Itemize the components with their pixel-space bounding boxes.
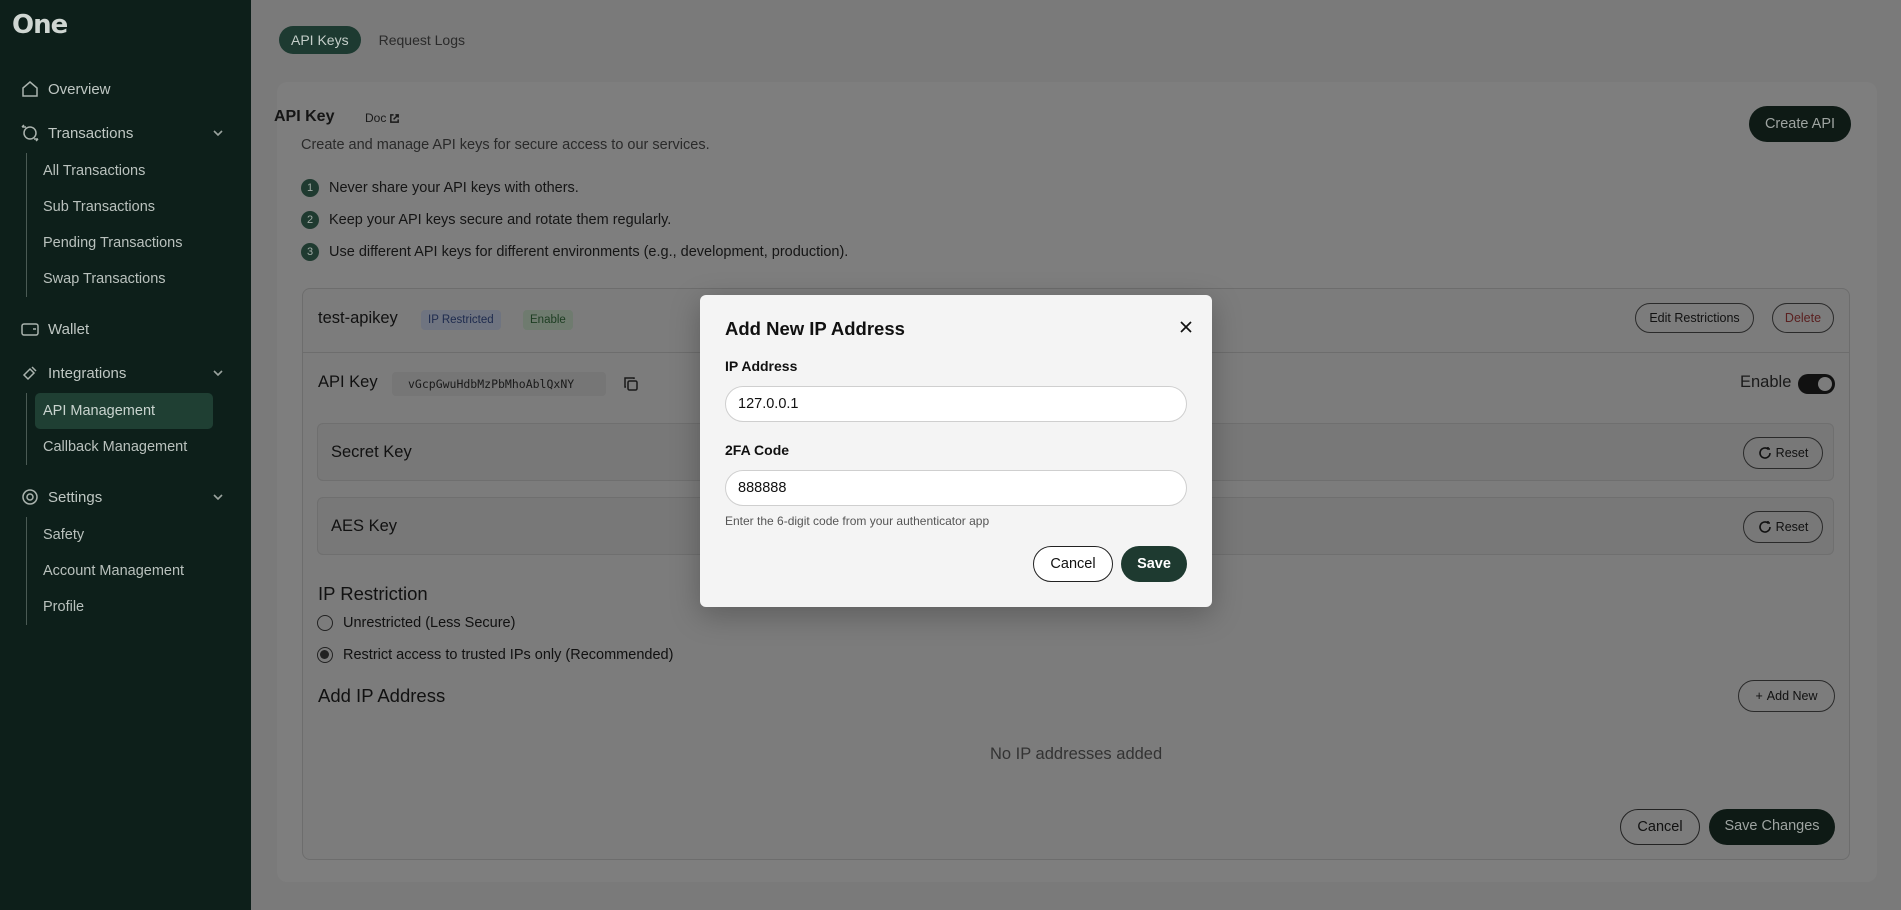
nav-transactions-label: Transactions (48, 124, 134, 142)
delete-button[interactable]: Delete (1772, 303, 1834, 333)
create-api-button[interactable]: Create API (1749, 106, 1851, 142)
nav-settings-label: Settings (48, 488, 103, 506)
dialog-save-button[interactable]: Save (1121, 546, 1187, 582)
nav-integrations-label: Integrations (48, 364, 127, 382)
chevron-down-icon[interactable] (211, 366, 225, 380)
sidebar-item-pending-transactions[interactable]: Pending Transactions (35, 225, 213, 261)
radio-restricted[interactable]: Restrict access to trusted IPs only (Rec… (317, 647, 673, 663)
sidebar-item-account-management[interactable]: Account Management (35, 553, 213, 589)
sidebar: One Overview Transactions All Transactio… (0, 0, 251, 910)
doc-link[interactable]: Doc (365, 111, 400, 125)
ip-restriction-title: IP Restriction (318, 583, 428, 604)
api-key-value: vGcpGwuHdbMzPbMhoAblQxNY (392, 372, 606, 396)
rule-number: 2 (301, 211, 319, 229)
rule-item: 1 Never share your API keys with others. (301, 179, 579, 197)
rule-text: Never share your API keys with others. (329, 180, 579, 196)
refresh-icon (1758, 447, 1771, 459)
radio-unrestricted[interactable]: Unrestricted (Less Secure) (317, 615, 515, 631)
settings-subnav: Safety Account Management Profile (26, 517, 205, 625)
sidebar-item-all-transactions[interactable]: All Transactions (35, 153, 213, 189)
reset-label: Reset (1775, 446, 1809, 460)
aes-key-label: AES Key (331, 517, 398, 535)
dialog-title: Add New IP Address (725, 318, 905, 339)
save-changes-button[interactable]: Save Changes (1709, 809, 1835, 845)
rule-item: 2 Keep your API keys secure and rotate t… (301, 211, 671, 229)
add-ip-dialog: Add New IP Address IP Address 2FA Code E… (700, 295, 1212, 607)
transactions-icon (21, 124, 39, 142)
sidebar-item-sub-transactions[interactable]: Sub Transactions (35, 189, 213, 225)
home-icon (22, 81, 38, 97)
radio-restricted-label: Restrict access to trusted IPs only (Rec… (343, 647, 674, 663)
sidebar-item-profile[interactable]: Profile (35, 589, 213, 625)
copy-icon[interactable] (622, 375, 640, 393)
secret-key-label: Secret Key (331, 443, 412, 461)
integrations-subnav: API Management Callback Management (26, 393, 213, 465)
tab-api-keys[interactable]: API Keys (279, 26, 361, 54)
refresh-icon (1758, 521, 1771, 533)
reset-label: Reset (1775, 520, 1809, 534)
transactions-subnav: All Transactions Sub Transactions Pendin… (26, 153, 205, 297)
ip-address-input[interactable] (725, 386, 1187, 422)
enable-toggle[interactable] (1798, 374, 1835, 394)
logo: One (12, 10, 68, 40)
tab-request-logs[interactable]: Request Logs (367, 26, 477, 54)
integrations-icon (22, 366, 37, 381)
rule-text: Keep your API keys secure and rotate the… (329, 212, 672, 228)
doc-link-label: Doc (365, 111, 387, 125)
radio-unrestricted-label: Unrestricted (Less Secure) (343, 615, 516, 631)
ip-address-label: IP Address (725, 358, 798, 374)
sidebar-item-callback-management[interactable]: Callback Management (35, 429, 213, 465)
2fa-code-label: 2FA Code (725, 442, 790, 458)
sidebar-item-swap-transactions[interactable]: Swap Transactions (35, 261, 213, 297)
nav-transactions[interactable]: Transactions (20, 121, 133, 145)
radio-button[interactable] (317, 647, 333, 663)
page-subtitle: Create and manage API keys for secure ac… (301, 137, 710, 153)
edit-restrictions-button[interactable]: Edit Restrictions (1635, 303, 1754, 333)
radio-button[interactable] (317, 615, 333, 631)
tabs: API Keys Request Logs (279, 26, 477, 54)
wallet-icon (21, 323, 39, 336)
external-link-icon (390, 113, 400, 123)
sidebar-item-api-management[interactable]: API Management (35, 393, 213, 429)
rule-item: 3 Use different API keys for different e… (301, 243, 848, 261)
dialog-cancel-button[interactable]: Cancel (1033, 546, 1113, 582)
nav-wallet-label: Wallet (48, 320, 90, 338)
chevron-down-icon[interactable] (211, 490, 225, 504)
plus-icon: + (1755, 689, 1763, 703)
2fa-hint: Enter the 6-digit code from your authent… (725, 514, 990, 528)
2fa-code-input[interactable] (725, 470, 1187, 506)
add-ip-title: Add IP Address (318, 685, 446, 706)
gear-icon (22, 489, 38, 505)
page-title: API Key (274, 108, 335, 125)
api-key-label: API Key (318, 373, 378, 391)
nav-overview[interactable]: Overview (20, 77, 111, 101)
rule-number: 3 (301, 243, 319, 261)
empty-state: No IP addresses added (990, 745, 1163, 763)
rule-number: 1 (301, 179, 319, 197)
reset-secret-button[interactable]: Reset (1743, 437, 1823, 469)
sidebar-item-safety[interactable]: Safety (35, 517, 213, 553)
close-icon[interactable] (1177, 318, 1195, 336)
nav-integrations[interactable]: Integrations (20, 361, 126, 385)
api-key-name: test-apikey (318, 309, 398, 327)
toggle-knob (1818, 377, 1832, 391)
nav-settings[interactable]: Settings (20, 485, 102, 509)
status-badge: Enable (523, 310, 573, 330)
ip-restricted-badge: IP Restricted (421, 310, 501, 330)
add-new-label: Add New (1766, 689, 1818, 703)
cancel-button[interactable]: Cancel (1620, 809, 1700, 845)
nav-overview-label: Overview (48, 80, 111, 98)
enable-label: Enable (1740, 373, 1792, 391)
add-new-button[interactable]: + Add New (1738, 680, 1835, 712)
nav-wallet[interactable]: Wallet (20, 317, 89, 341)
chevron-down-icon[interactable] (211, 126, 225, 140)
reset-aes-button[interactable]: Reset (1743, 511, 1823, 543)
rule-text: Use different API keys for different env… (329, 244, 849, 260)
